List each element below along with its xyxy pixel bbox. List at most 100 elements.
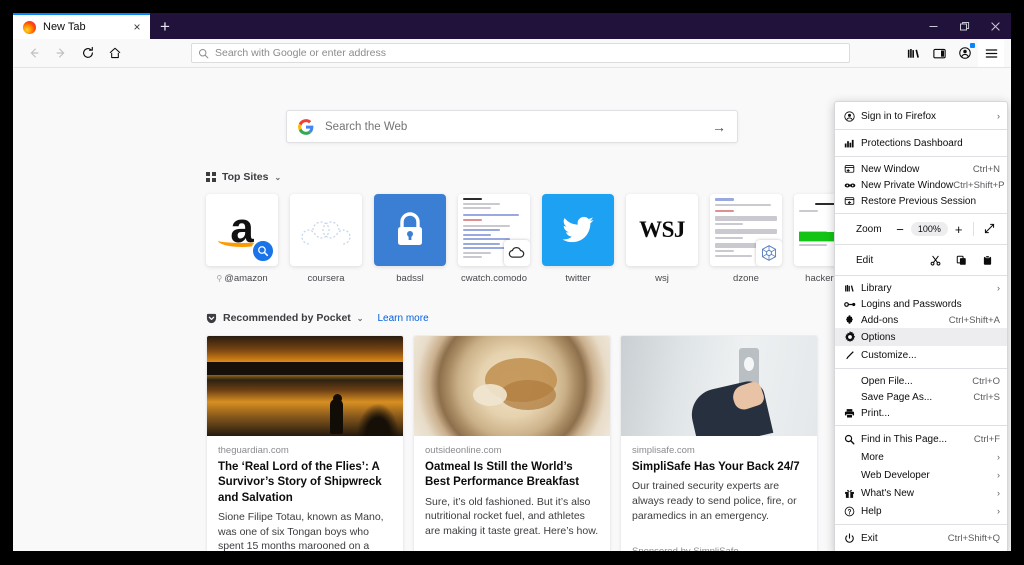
- card-excerpt: Sione Filipe Totau, known as Mano, was o…: [218, 510, 384, 551]
- firefox-icon: [23, 20, 36, 34]
- menu-item-logins-and-passwords[interactable]: Logins and Passwords: [835, 296, 1007, 312]
- zoom-out-button[interactable]: −: [889, 223, 911, 236]
- menu-item-shortcut: Ctrl+Shift+A: [948, 314, 1000, 326]
- menu-item-sign-in[interactable]: Sign in to Firefox ›: [835, 107, 1007, 125]
- top-site-dzone[interactable]: dzone: [710, 194, 782, 284]
- top-site-label: badssl: [396, 273, 424, 284]
- menu-item-label: Web Developer: [861, 469, 930, 481]
- copy-icon[interactable]: [948, 255, 974, 266]
- key-icon: [844, 299, 858, 310]
- top-site-cwatch-comodo[interactable]: cwatch.comodo: [458, 194, 530, 284]
- top-site-label: ⚲ @amazon: [216, 273, 268, 284]
- menu-item-protections-dashboard[interactable]: Protections Dashboard: [835, 134, 1007, 152]
- menu-item-new-private-window[interactable]: New Private Window Ctrl+Shift+P: [835, 177, 1007, 193]
- top-site-wsj[interactable]: WSJ wsj: [626, 194, 698, 284]
- account-notification-badge: [970, 42, 975, 48]
- printer-icon: [844, 408, 858, 419]
- menu-item-label: New Private Window: [861, 179, 954, 191]
- top-site-twitter[interactable]: twitter: [542, 194, 614, 284]
- web-search-placeholder: Search the Web: [325, 120, 408, 133]
- menu-item-restore-previous-session[interactable]: Restore Previous Session: [835, 193, 1007, 209]
- menu-item-customize[interactable]: Customize...: [835, 346, 1007, 364]
- menu-item-shortcut: Ctrl+N: [972, 163, 1000, 175]
- menu-item-label: Protections Dashboard: [861, 137, 963, 149]
- search-submit-icon[interactable]: →: [712, 120, 726, 134]
- card-title: The ‘Real Lord of the Flies’: A Survivor…: [218, 461, 382, 504]
- top-site-badssl[interactable]: badssl: [374, 194, 446, 284]
- card-excerpt: Our trained security experts are always …: [632, 480, 797, 522]
- fullscreen-icon[interactable]: [978, 223, 1000, 236]
- menu-item-new-window[interactable]: New Window Ctrl+N: [835, 161, 1007, 177]
- account-circle-icon: [844, 110, 858, 122]
- magnifier-icon: [844, 434, 858, 445]
- google-icon: [298, 118, 314, 135]
- address-bar[interactable]: Search with Google or enter address: [191, 43, 850, 63]
- library-icon: [844, 283, 858, 294]
- top-sites-title: Top Sites: [222, 171, 269, 183]
- top-site-tile: [458, 194, 530, 266]
- reload-button[interactable]: [74, 40, 101, 67]
- gift-icon: [844, 488, 858, 499]
- menu-item-label: Restore Previous Session: [861, 195, 977, 207]
- home-button[interactable]: [101, 40, 128, 67]
- browser-tab[interactable]: New Tab ×: [13, 13, 150, 39]
- chevron-down-icon[interactable]: ⌄: [274, 173, 281, 182]
- close-button[interactable]: [980, 13, 1011, 39]
- new-tab-page: Search the Web → Top Sites ⌄ a ⚲ @amazon…: [13, 68, 1011, 551]
- menu-item-label: Library: [861, 282, 892, 294]
- menu-item-exit[interactable]: Exit Ctrl+Shift+Q: [835, 529, 1007, 547]
- back-button[interactable]: [20, 40, 47, 67]
- top-site-coursera[interactable]: coursera: [290, 194, 362, 284]
- menu-item-find-in-this-page[interactable]: Find in This Page... Ctrl+F: [835, 430, 1007, 448]
- library-icon[interactable]: [900, 40, 926, 67]
- menu-item-label: New Window: [861, 163, 920, 175]
- forward-button[interactable]: [47, 40, 74, 67]
- menu-item-options[interactable]: Options: [835, 328, 1007, 346]
- top-site-tile: [290, 194, 362, 266]
- pocket-card-sponsored[interactable]: simplisafe.com SimpliSafe Has Your Back …: [620, 335, 818, 551]
- pocket-card[interactable]: outsideonline.com Oatmeal Is Still the W…: [413, 335, 611, 551]
- menu-item-label: Open File...: [861, 375, 913, 387]
- close-icon[interactable]: ×: [130, 20, 144, 34]
- pocket-title: Recommended by Pocket: [223, 312, 351, 324]
- pocket-card[interactable]: theguardian.com The ‘Real Lord of the Fl…: [206, 335, 404, 551]
- window-controls: [918, 13, 1011, 39]
- top-site-amazon[interactable]: a ⚲ @amazon: [206, 194, 278, 284]
- chevron-right-icon: ›: [997, 283, 1000, 293]
- minimize-button[interactable]: [918, 13, 949, 39]
- browser-window: New Tab × + Search with Google or enter …: [13, 13, 1011, 551]
- top-site-tile: WSJ: [626, 194, 698, 266]
- chevron-right-icon: ›: [997, 470, 1000, 480]
- menu-item-help[interactable]: Help ›: [835, 502, 1007, 520]
- zoom-in-button[interactable]: +: [948, 223, 970, 236]
- tab-title: New Tab: [43, 21, 86, 33]
- menu-item-open-file[interactable]: Open File... Ctrl+O: [835, 373, 1007, 389]
- account-icon[interactable]: [952, 40, 978, 67]
- new-tab-button[interactable]: +: [150, 13, 180, 39]
- menu-item-add-ons[interactable]: Add-ons Ctrl+Shift+A: [835, 312, 1007, 328]
- menu-separator: [835, 156, 1007, 157]
- restore-button[interactable]: [949, 13, 980, 39]
- chevron-down-icon[interactable]: ⌄: [357, 314, 364, 323]
- menu-item-library[interactable]: Library ›: [835, 280, 1007, 296]
- sidebar-icon[interactable]: [926, 40, 952, 67]
- menu-item-more[interactable]: More ›: [835, 448, 1007, 466]
- menu-item-web-developer[interactable]: Web Developer ›: [835, 466, 1007, 484]
- twitter-bird-logo: [562, 216, 594, 243]
- grid-icon: [206, 172, 216, 182]
- zoom-control-row: Zoom − 100% +: [835, 218, 1007, 240]
- restore-session-icon: [844, 196, 858, 207]
- paste-clipboard-icon[interactable]: [974, 254, 1000, 266]
- menu-item-whats-new[interactable]: What's New ›: [835, 484, 1007, 502]
- navigation-toolbar: Search with Google or enter address: [13, 39, 1011, 68]
- menu-separator: [835, 524, 1007, 525]
- cut-scissors-icon[interactable]: [922, 255, 948, 266]
- hamburger-menu-icon[interactable]: [978, 39, 1004, 67]
- zoom-level-value[interactable]: 100%: [910, 222, 948, 236]
- menu-item-label: Options: [861, 331, 896, 343]
- menu-item-save-page-as[interactable]: Save Page As... Ctrl+S: [835, 389, 1007, 405]
- menu-item-print[interactable]: Print...: [835, 405, 1007, 421]
- learn-more-link[interactable]: Learn more: [378, 313, 429, 324]
- menu-item-shortcut: Ctrl+Shift+Q: [947, 532, 1000, 544]
- web-search-input[interactable]: Search the Web →: [286, 110, 738, 143]
